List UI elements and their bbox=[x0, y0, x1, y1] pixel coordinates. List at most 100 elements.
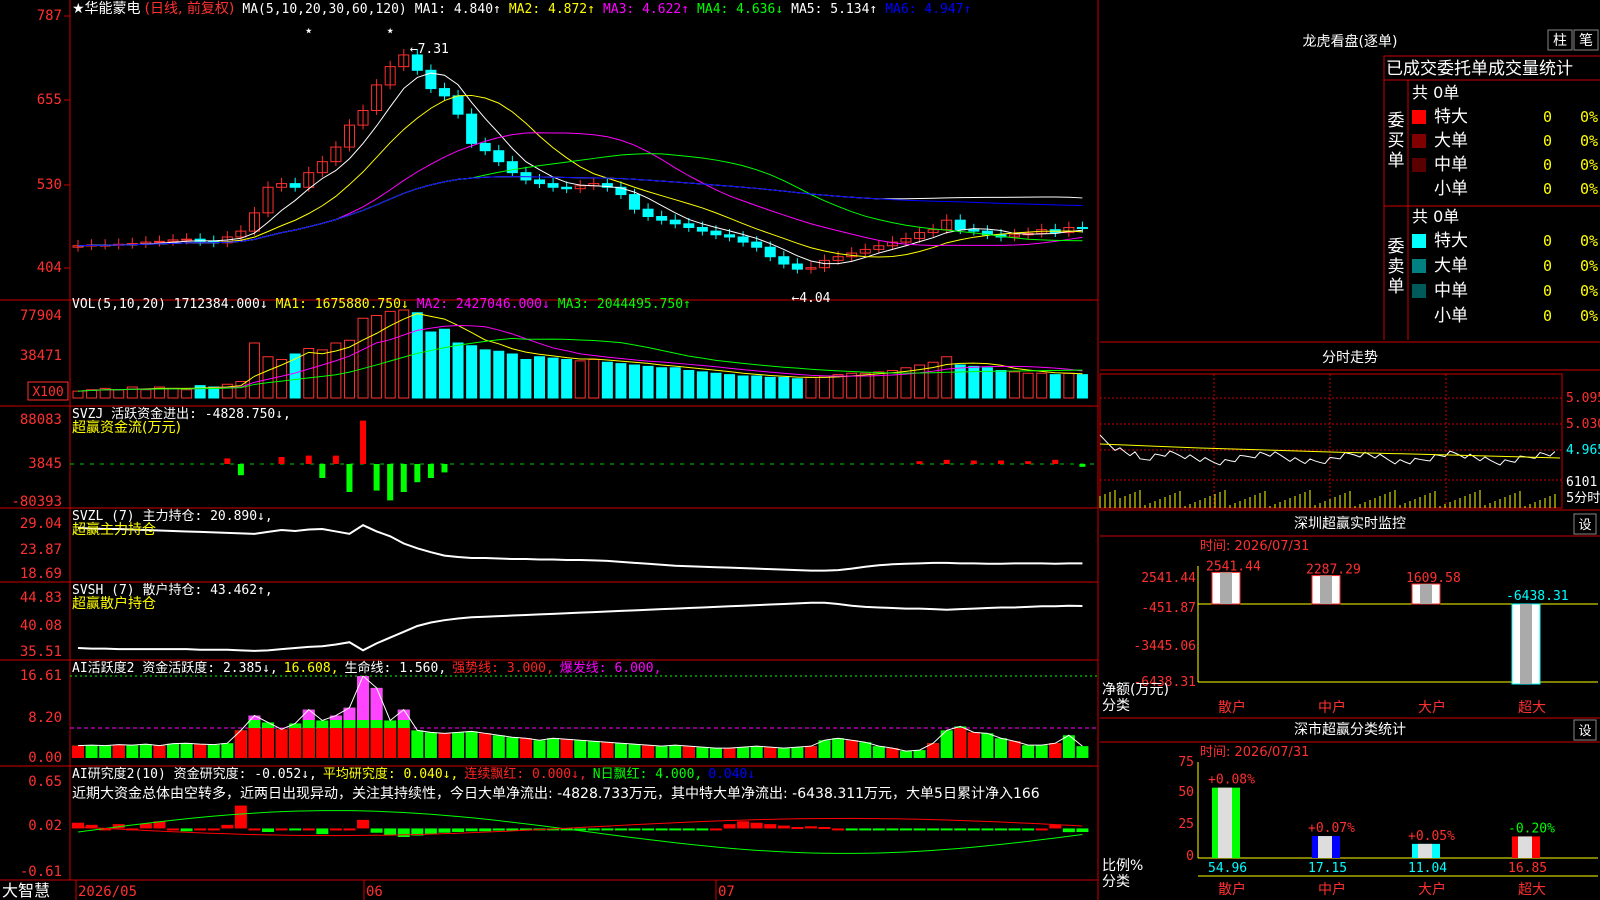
flow-bar bbox=[1079, 464, 1086, 467]
kline-chart-area: ←7.31 ←4.04 ★ ★ 787 655 530 404 77904 38471 X100 88… bbox=[0, 0, 1600, 900]
candle bbox=[533, 179, 545, 185]
active-bar bbox=[574, 740, 587, 758]
ai-research-title: 0.040↓ bbox=[708, 767, 755, 782]
vol-bar bbox=[1022, 372, 1034, 399]
active-bar-red bbox=[329, 728, 342, 758]
sz-monitor-value: 1609.58 bbox=[1406, 571, 1461, 586]
active-bar-red bbox=[886, 748, 899, 758]
svzj-tick-label: -80393 bbox=[11, 494, 62, 510]
active-bar-red bbox=[194, 744, 207, 758]
sz-monitor-ylabel: 净额(万元) bbox=[1102, 682, 1169, 698]
vol-bar bbox=[832, 374, 844, 399]
sz-monitor-value: 2541.44 bbox=[1206, 559, 1261, 574]
active-bar bbox=[859, 742, 872, 758]
sz-class-value: 16.85 bbox=[1508, 861, 1547, 876]
research-bar bbox=[899, 828, 912, 831]
svzl-line bbox=[77, 524, 1083, 572]
research-bar bbox=[832, 828, 845, 831]
flow-bar bbox=[441, 464, 448, 473]
sz-class-time: 时间: 2026/07/31 bbox=[1200, 745, 1309, 760]
active-bar bbox=[180, 743, 193, 758]
stock-name: ★华能蒙电 bbox=[72, 1, 141, 17]
candle bbox=[629, 194, 641, 210]
sz-monitor-bar bbox=[1311, 575, 1341, 605]
vol-bar bbox=[398, 309, 410, 399]
candle bbox=[506, 161, 518, 174]
vol-bar bbox=[805, 376, 817, 399]
vol-unit: X100 bbox=[32, 385, 63, 400]
active-bar-red bbox=[302, 728, 315, 758]
sz-monitor-bar bbox=[1211, 571, 1241, 605]
vol-bar bbox=[981, 367, 993, 399]
flow-bar bbox=[278, 457, 285, 464]
active-bar bbox=[832, 738, 845, 758]
candle bbox=[181, 238, 193, 241]
vol-bar bbox=[316, 349, 328, 399]
active-bar-red bbox=[153, 745, 166, 758]
research-bar bbox=[764, 824, 777, 829]
vol-bar bbox=[900, 367, 912, 399]
active-bar bbox=[99, 745, 112, 758]
ma-label: MA5: 5.134↑ bbox=[791, 2, 877, 17]
vol-bar bbox=[235, 381, 247, 399]
sz-class-tick: 75 bbox=[1178, 755, 1194, 770]
research-bar bbox=[1049, 824, 1062, 829]
vol-bar bbox=[574, 360, 586, 399]
vol-bar bbox=[629, 364, 641, 399]
active-bar bbox=[506, 737, 519, 758]
active-bar-red bbox=[72, 745, 84, 758]
active-bar-magenta bbox=[370, 687, 383, 720]
active-bar-red bbox=[438, 733, 451, 758]
vol-bar bbox=[615, 363, 627, 399]
active-bar-red bbox=[397, 728, 410, 758]
flow-bar bbox=[332, 455, 339, 464]
vol-bar bbox=[425, 331, 437, 399]
vol-bar bbox=[819, 375, 831, 399]
sz-monitor-xlabel: 分类 bbox=[1102, 698, 1130, 714]
vol-bar bbox=[438, 328, 450, 399]
buy-row-count: 0 bbox=[1543, 180, 1552, 198]
vol-bar bbox=[506, 353, 518, 399]
active-bar bbox=[981, 733, 994, 758]
ma-prefix: MA(5,10,20,30,60,120) bbox=[242, 2, 406, 17]
svzl-tick-label: 29.04 bbox=[20, 516, 62, 532]
research-bar bbox=[669, 828, 682, 831]
vol-bar bbox=[656, 367, 668, 399]
vol-bar bbox=[113, 389, 125, 399]
intraday-price-label: 5.030 bbox=[1566, 417, 1600, 432]
flow-bar bbox=[427, 464, 434, 478]
ai-research-title: AI研究度2(10) 资金研究度: -0.052↓, bbox=[72, 766, 317, 782]
sell-row-pct: 0% bbox=[1580, 282, 1598, 300]
active-bar-red bbox=[316, 728, 329, 758]
y-tick-label: 787 bbox=[37, 8, 62, 24]
sz-class-tick: 0 bbox=[1186, 849, 1194, 864]
research-bar bbox=[886, 828, 899, 831]
vol-bar bbox=[724, 374, 736, 399]
intraday-vol-label: 6101 bbox=[1566, 475, 1597, 490]
sell-row-label: 中单 bbox=[1434, 281, 1468, 301]
ma-label: MA6: 4.947↑ bbox=[885, 2, 971, 17]
svsh-tick-label: 44.83 bbox=[20, 590, 62, 606]
active-bar bbox=[465, 731, 478, 758]
vol-bar bbox=[642, 365, 654, 399]
sell-row-label: 大单 bbox=[1434, 256, 1468, 276]
research-bar bbox=[804, 826, 817, 829]
vol-ma-line bbox=[77, 337, 1083, 392]
vol-bar bbox=[941, 356, 953, 399]
research-bar bbox=[777, 825, 790, 829]
vol-bar bbox=[466, 345, 478, 399]
vol-bar bbox=[493, 350, 505, 399]
sz-monitor-time: 时间: 2026/07/31 bbox=[1200, 539, 1309, 554]
settings-label: 设 bbox=[1578, 518, 1591, 533]
active-bar-magenta bbox=[343, 707, 356, 720]
active-bar-red bbox=[845, 740, 858, 758]
sz-monitor-value: 2287.29 bbox=[1306, 563, 1361, 578]
ma-label: MA3: 4.622↑ bbox=[603, 2, 689, 17]
ma-label: MA1: 4.840↑ bbox=[415, 2, 501, 17]
vol-bar bbox=[248, 342, 260, 399]
active-bar-red bbox=[642, 745, 655, 758]
sell-legend-swatch bbox=[1412, 284, 1426, 298]
sz-class-xlabel: 分类 bbox=[1102, 874, 1130, 890]
active-bar-red bbox=[723, 748, 736, 758]
research-bar bbox=[642, 828, 655, 831]
